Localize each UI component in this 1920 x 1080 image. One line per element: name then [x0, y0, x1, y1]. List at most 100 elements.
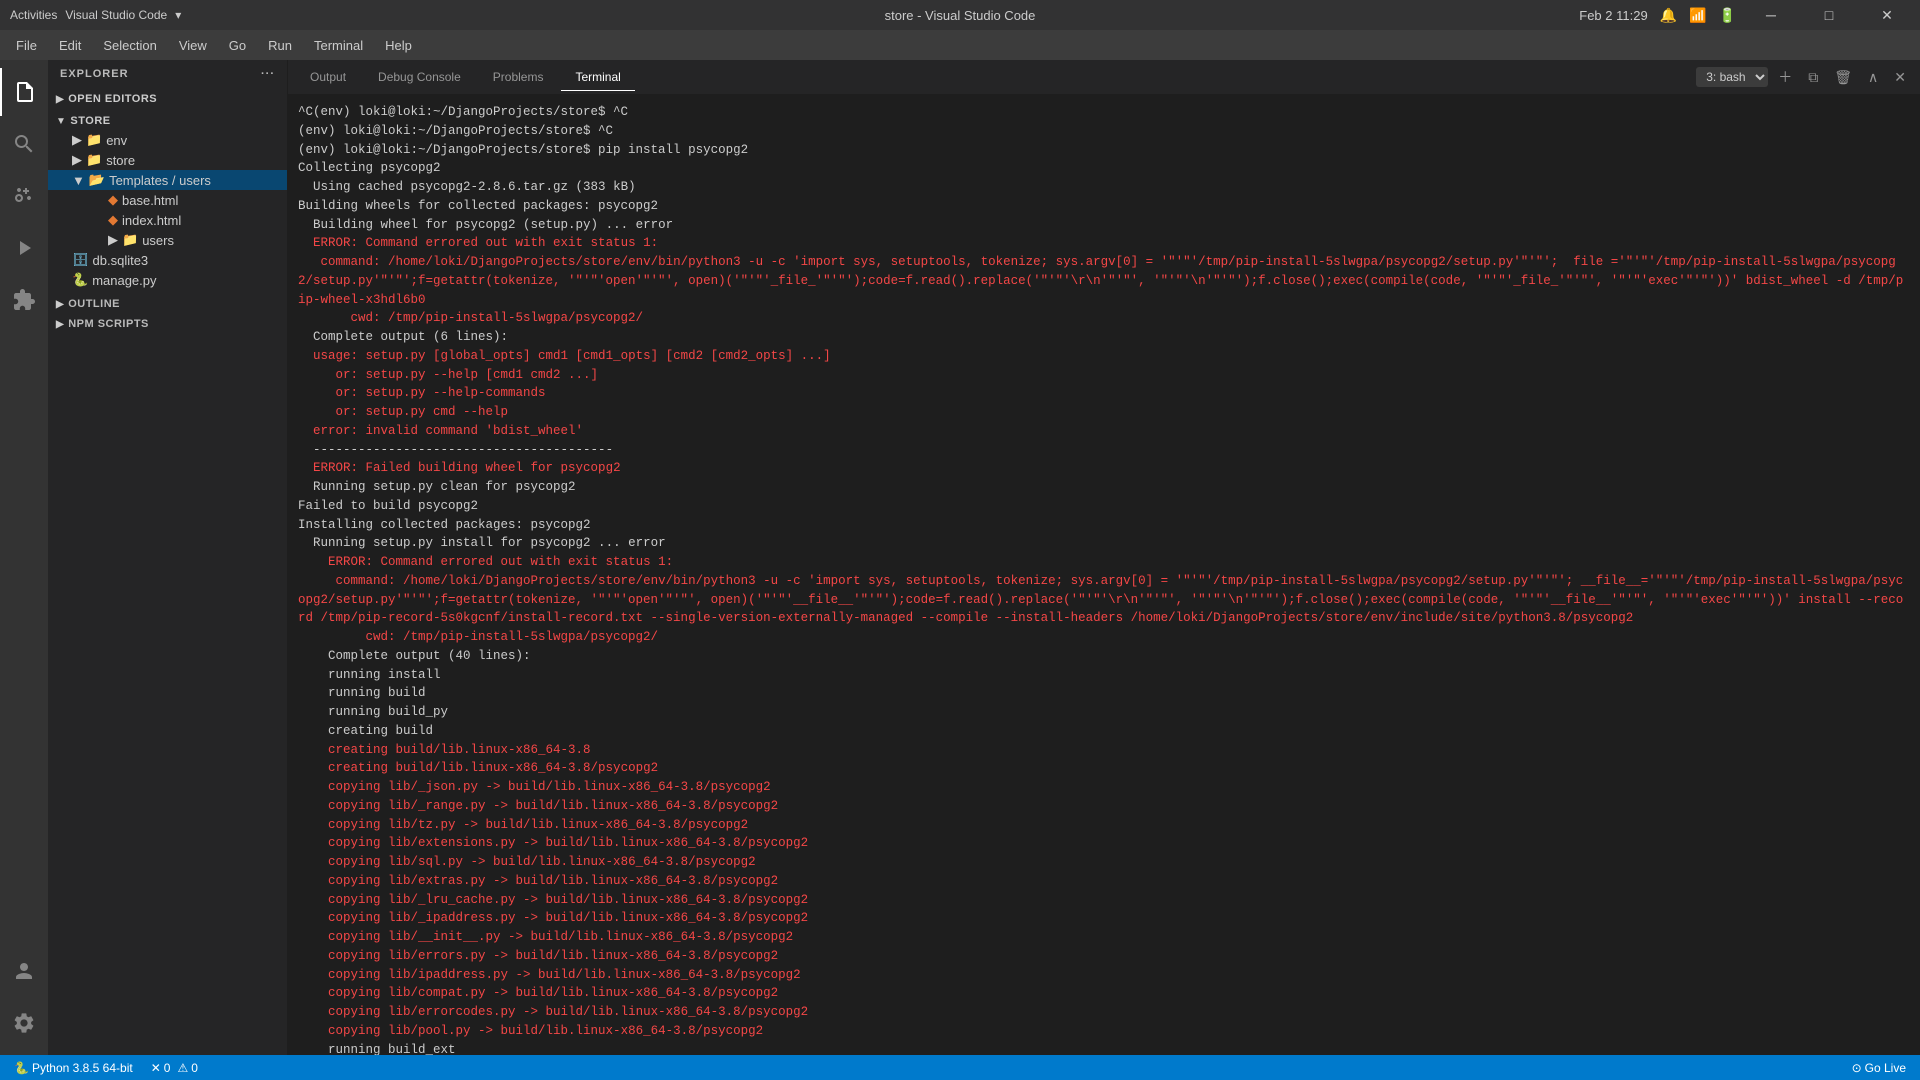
run-icon[interactable] [0, 224, 48, 272]
terminal-line: Failed to build psycopg2 [298, 497, 1910, 516]
minimize-button[interactable]: ─ [1748, 0, 1794, 30]
close-terminal-button[interactable]: ✕ [1888, 67, 1912, 88]
db-label: db.sqlite3 [93, 253, 149, 268]
activities-label[interactable]: Activities [10, 8, 57, 22]
tab-debug-console[interactable]: Debug Console [364, 64, 475, 91]
dropdown-arrow[interactable]: ▾ [175, 8, 181, 22]
go-live-button[interactable]: ⊙ Go Live [1848, 1061, 1910, 1075]
python-icon: 🐍 [14, 1061, 29, 1075]
main-layout: Explorer ··· ▶ Open Editors ▼ Store [0, 60, 1920, 1055]
store-label: Store [70, 115, 110, 127]
menu-edit[interactable]: Edit [49, 34, 91, 57]
menu-go[interactable]: Go [219, 34, 256, 57]
terminal-line: error: invalid command 'bdist_wheel' [298, 422, 1910, 441]
terminal-line: Running setup.py clean for psycopg2 [298, 478, 1910, 497]
tab-output[interactable]: Output [296, 64, 360, 91]
users-folder-icon: 📁 [122, 232, 138, 248]
activity-bar [0, 60, 48, 1055]
terminal-line: running build_py [298, 703, 1910, 722]
menu-run[interactable]: Run [258, 34, 302, 57]
error-count[interactable]: ✕ 0 ⚠ 0 [147, 1061, 202, 1075]
sidebar-menu-icon[interactable]: ··· [261, 68, 275, 80]
terminal-line: (env) loki@loki:~/DjangoProjects/store$ … [298, 141, 1910, 160]
titlebar-right: Feb 2 11:29 🔔 📶 🔋 ─ □ ✕ [1579, 0, 1910, 30]
terminal-line: Installing collected packages: psycopg2 [298, 516, 1910, 535]
add-terminal-button[interactable]: ＋ [1772, 65, 1798, 89]
python-version[interactable]: 🐍 Python 3.8.5 64-bit [10, 1061, 137, 1075]
outline-section[interactable]: ▶ Outline [48, 294, 287, 314]
tree-item-users[interactable]: ▶ 📁 users [48, 230, 287, 250]
terminal-line: Running setup.py install for psycopg2 ..… [298, 534, 1910, 553]
maximize-button[interactable]: □ [1806, 0, 1852, 30]
bell-icon[interactable]: 🔔 [1660, 7, 1677, 24]
terminal-selector[interactable]: 3: bash [1696, 67, 1768, 87]
open-editors-header[interactable]: ▶ Open Editors [48, 90, 287, 108]
terminal-line: cwd: /tmp/pip-install-5slwgpa/psycopg2/ [298, 309, 1910, 328]
terminal-line: copying lib/errorcodes.py -> build/lib.l… [298, 1003, 1910, 1022]
tree-item-manage-py[interactable]: 🐍 manage.py [48, 270, 287, 290]
tree-item-base-html[interactable]: ◆ base.html [48, 190, 287, 210]
terminal-line: ERROR: Failed building wheel for psycopg… [298, 459, 1910, 478]
menu-file[interactable]: File [6, 34, 47, 57]
terminal-line: or: setup.py cmd --help [298, 403, 1910, 422]
terminal-line: copying lib/tz.py -> build/lib.linux-x86… [298, 816, 1910, 835]
terminal-line: copying lib/__init__.py -> build/lib.lin… [298, 928, 1910, 947]
trash-terminal-button[interactable]: 🗑 [1828, 67, 1858, 88]
vscode-label[interactable]: Visual Studio Code [65, 8, 167, 22]
terminal-line: copying lib/_ipaddress.py -> build/lib.l… [298, 909, 1910, 928]
index-html-file-icon: ◆ [108, 212, 118, 228]
tab-problems[interactable]: Problems [479, 64, 558, 91]
terminal-line: copying lib/_range.py -> build/lib.linux… [298, 797, 1910, 816]
settings-icon[interactable] [0, 999, 48, 1047]
open-editors-label: Open Editors [68, 93, 157, 105]
menu-selection[interactable]: Selection [93, 34, 166, 57]
menubar: File Edit Selection View Go Run Terminal… [0, 30, 1920, 60]
tree-item-db[interactable]: 🗄 db.sqlite3 [48, 250, 287, 270]
store-chevron: ▼ [56, 116, 66, 127]
error-label: 0 [164, 1061, 171, 1075]
account-icon[interactable] [0, 947, 48, 995]
terminal-line: Complete output (6 lines): [298, 328, 1910, 347]
store-header[interactable]: ▼ Store [48, 112, 287, 130]
collapse-terminal-button[interactable]: ∧ [1862, 67, 1884, 88]
titlebar: Activities Visual Studio Code ▾ store - … [0, 0, 1920, 30]
datetime-label: Feb 2 11:29 [1579, 8, 1647, 23]
menu-view[interactable]: View [169, 34, 217, 57]
terminal-line: copying lib/_lru_cache.py -> build/lib.l… [298, 891, 1910, 910]
terminal-line: copying lib/compat.py -> build/lib.linux… [298, 984, 1910, 1003]
explorer-icon[interactable] [0, 68, 48, 116]
tree-item-index-html[interactable]: ◆ index.html [48, 210, 287, 230]
terminal-line: Building wheels for collected packages: … [298, 197, 1910, 216]
tab-terminal[interactable]: Terminal [561, 64, 634, 91]
explorer-label: Explorer [60, 68, 129, 80]
menu-terminal[interactable]: Terminal [304, 34, 373, 57]
terminal-line: command: /home/loki/DjangoProjects/store… [298, 253, 1910, 309]
outline-chevron: ▶ [56, 299, 64, 310]
extensions-icon[interactable] [0, 276, 48, 324]
tree-item-env[interactable]: ▶ 📁 env [48, 130, 287, 150]
terminal-line: copying lib/sql.py -> build/lib.linux-x8… [298, 853, 1910, 872]
titlebar-center: store - Visual Studio Code [885, 8, 1036, 23]
source-control-icon[interactable] [0, 172, 48, 220]
menu-help[interactable]: Help [375, 34, 422, 57]
store-folder-icon: 📁 [86, 152, 102, 168]
tree-item-store[interactable]: ▶ 📁 store [48, 150, 287, 170]
search-icon[interactable] [0, 120, 48, 168]
tree-item-templates-users[interactable]: ▼ 📂 Templates / users [48, 170, 287, 190]
terminal-line: Complete output (40 lines): [298, 647, 1910, 666]
terminal-line: Using cached psycopg2-2.8.6.tar.gz (383 … [298, 178, 1910, 197]
open-editors-section: ▶ Open Editors [48, 90, 287, 108]
npm-chevron: ▶ [56, 319, 64, 330]
sidebar-header: Explorer ··· [48, 60, 287, 88]
base-html-label: base.html [122, 193, 178, 208]
sidebar-content: ▶ Open Editors ▼ Store ▶ 📁 env [48, 88, 287, 1055]
terminal-content[interactable]: ^C(env) loki@loki:~/DjangoProjects/store… [288, 95, 1920, 1055]
terminal-line: running build [298, 684, 1910, 703]
split-terminal-button[interactable]: ⧉ [1802, 67, 1824, 88]
index-html-label: index.html [122, 213, 181, 228]
npm-scripts-section[interactable]: ▶ NPM Scripts [48, 314, 287, 334]
close-button[interactable]: ✕ [1864, 0, 1910, 30]
terminal-line: copying lib/ipaddress.py -> build/lib.li… [298, 966, 1910, 985]
users-chevron: ▶ [108, 232, 118, 248]
terminal-line: usage: setup.py [global_opts] cmd1 [cmd1… [298, 347, 1910, 366]
